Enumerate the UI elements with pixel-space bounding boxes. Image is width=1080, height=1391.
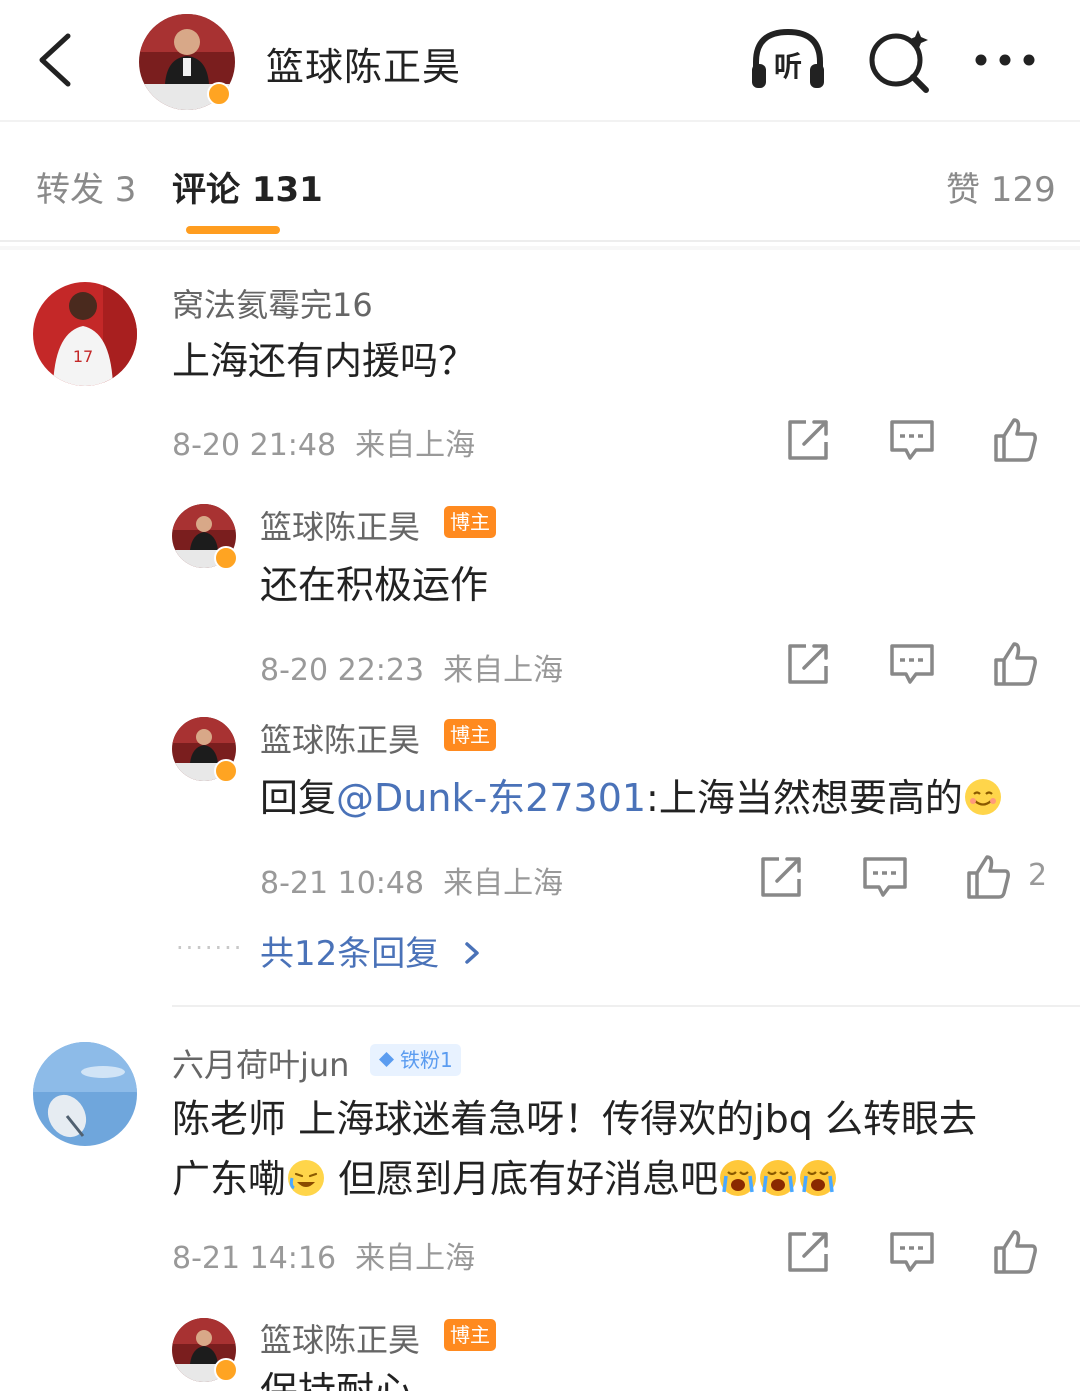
listen-button[interactable]: 听 — [748, 24, 828, 96]
crying-emoji-icon — [760, 1160, 797, 1196]
chevron-right-icon — [465, 942, 479, 964]
tab-likes[interactable]: 赞 129 — [946, 162, 1056, 211]
comment-text-line: 陈老师 上海球迷着急呀！传得欢的jbq 么转眼去 — [172, 1097, 977, 1141]
back-button[interactable] — [30, 28, 90, 92]
share-icon — [788, 1232, 828, 1272]
comment-divider — [172, 1005, 1080, 1007]
reply-text: 回复@Dunk-东27301:上海当然想要高的 — [260, 769, 1003, 827]
headphones-icon: 听 — [752, 28, 824, 88]
comment-icon — [890, 644, 934, 684]
reply-location: 来自上海 — [443, 653, 564, 688]
smile-emoji-icon — [964, 779, 1001, 815]
like-count: 2 — [1028, 858, 1048, 893]
reply-time: 8-21 10:48 — [260, 866, 425, 901]
dotted-leader: ······· — [176, 934, 244, 962]
reply-username[interactable]: 篮球陈正昊 — [260, 715, 420, 761]
divider — [0, 246, 1080, 250]
diamond-icon — [379, 1052, 394, 1067]
share-button[interactable] — [782, 1226, 834, 1278]
crying-emoji-icon — [800, 1160, 837, 1196]
fan-badge-label: 铁粉1 — [400, 1048, 453, 1072]
more-dots-icon — [975, 54, 1035, 66]
comment-meta: 8-21 14:16 来自上海 — [172, 1233, 475, 1277]
comment-text-segment: 但愿到月底有好消息吧 — [326, 1157, 719, 1201]
svg-text:听: 听 — [774, 50, 802, 83]
thumbs-up-icon — [994, 1230, 1037, 1274]
search-button[interactable] — [866, 26, 934, 94]
thumbs-up-icon — [994, 418, 1037, 462]
share-icon — [761, 857, 801, 897]
comment-meta: 8-20 21:48 来自上海 — [172, 420, 475, 464]
like-button[interactable] — [990, 638, 1042, 690]
reply-meta: 8-21 10:48 来自上海 — [260, 858, 563, 902]
share-icon — [788, 420, 828, 460]
share-button[interactable] — [782, 414, 834, 466]
reply-username[interactable]: 篮球陈正昊 — [260, 1315, 420, 1361]
tab-comments[interactable]: 评论 131 — [172, 162, 323, 211]
reply-location: 来自上海 — [443, 866, 564, 901]
commenter-avatar[interactable]: 17 — [33, 282, 137, 386]
comment-icon — [863, 857, 907, 897]
reply-button[interactable] — [886, 638, 938, 690]
reply-text: 保持耐心 — [260, 1369, 413, 1391]
share-button[interactable] — [782, 638, 834, 690]
comment-time: 8-21 14:16 — [172, 1241, 337, 1276]
reply-time: 8-20 22:23 — [260, 653, 425, 688]
like-button[interactable] — [990, 414, 1042, 466]
comment-location: 来自上海 — [355, 1241, 476, 1276]
thumbs-up-icon — [994, 642, 1037, 686]
author-avatar[interactable] — [137, 12, 237, 112]
top-bar: 篮球陈正昊 听 — [0, 0, 1080, 122]
comment-icon — [890, 1232, 934, 1272]
verified-badge-icon — [214, 759, 238, 783]
verified-badge-icon — [207, 82, 231, 106]
tab-reposts[interactable]: 转发 3 — [36, 162, 136, 211]
laugh-cry-emoji-icon — [288, 1160, 325, 1196]
more-replies-label: 共12条回复 — [260, 934, 440, 974]
comment-text-line: 广东嘞 但愿到月底有好消息吧 — [172, 1150, 838, 1208]
comment-text: 上海还有内援吗？ — [172, 339, 477, 383]
mention-link[interactable]: @Dunk-东27301 — [336, 776, 646, 820]
author-badge: 博主 — [444, 506, 496, 538]
share-button[interactable] — [755, 851, 807, 903]
more-options-button[interactable] — [970, 40, 1040, 80]
tab-bar: 转发 3 评论 131 赞 129 — [0, 124, 1080, 242]
reply-button[interactable] — [886, 1226, 938, 1278]
fan-badge: 铁粉1 — [370, 1044, 461, 1076]
thumbs-up-icon — [967, 855, 1010, 899]
comment-time: 8-20 21:48 — [172, 428, 337, 463]
reply-button[interactable] — [886, 414, 938, 466]
reply-text: 还在积极运作 — [260, 563, 489, 607]
svg-text:17: 17 — [73, 347, 93, 366]
active-tab-indicator — [186, 226, 280, 234]
author-badge: 博主 — [444, 1319, 496, 1351]
reply-button[interactable] — [859, 851, 911, 903]
comment-username[interactable]: 六月荷叶jun — [172, 1040, 349, 1086]
search-icon — [869, 30, 929, 93]
author-badge: 博主 — [444, 719, 496, 751]
page-title: 篮球陈正昊 — [266, 45, 462, 89]
comment-text-segment: 广东嘞 — [172, 1157, 287, 1201]
like-button[interactable] — [963, 851, 1015, 903]
comment-location: 来自上海 — [355, 428, 476, 463]
verified-badge-icon — [214, 546, 238, 570]
share-icon — [788, 644, 828, 684]
comment-username[interactable]: 窝法氦霉完16 — [172, 280, 373, 326]
chevron-left-icon — [39, 33, 71, 87]
reply-body: :上海当然想要高的 — [646, 776, 963, 820]
comment-icon — [890, 420, 934, 460]
reply-prefix: 回复 — [260, 776, 337, 820]
reply-username[interactable]: 篮球陈正昊 — [260, 502, 420, 548]
verified-badge-icon — [214, 1358, 238, 1382]
crying-emoji-icon — [720, 1160, 757, 1196]
view-more-replies-link[interactable]: 共12条回复 — [260, 926, 484, 975]
reply-meta: 8-20 22:23 来自上海 — [260, 645, 563, 689]
commenter-avatar[interactable] — [33, 1042, 137, 1146]
like-button[interactable] — [990, 1226, 1042, 1278]
